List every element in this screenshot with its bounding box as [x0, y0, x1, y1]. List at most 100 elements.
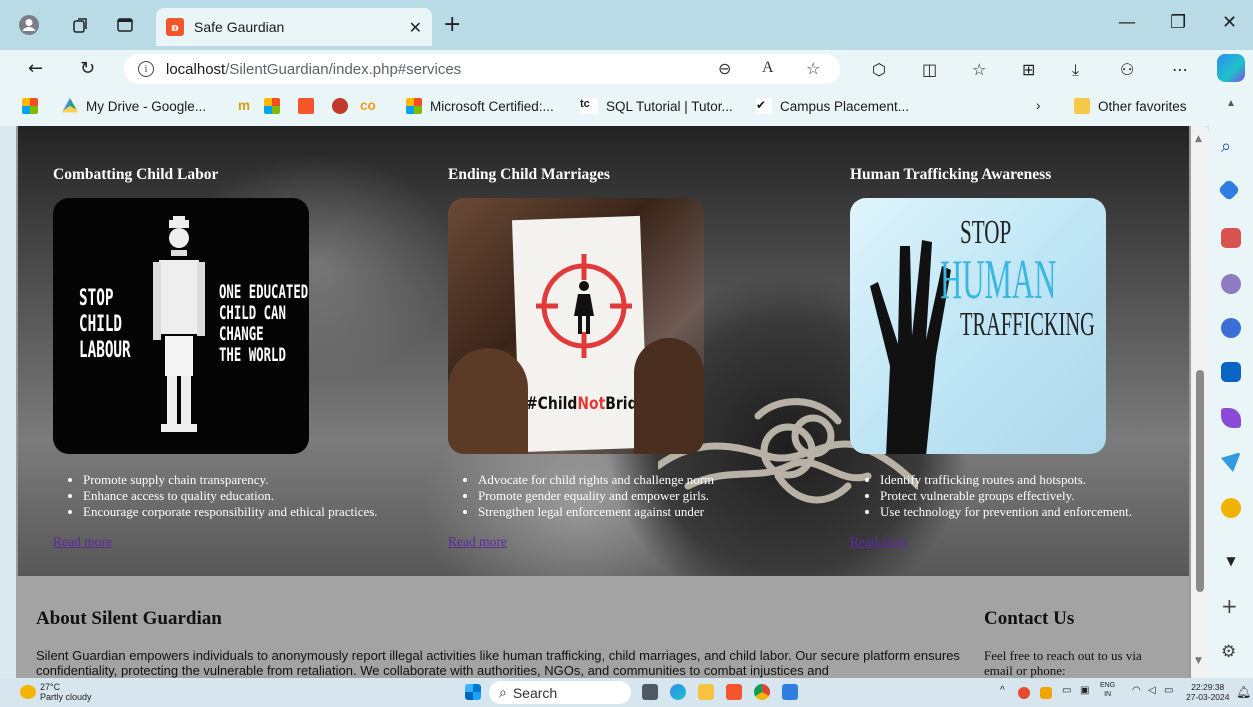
edge-icon[interactable]: [670, 684, 686, 700]
tab-actions-icon[interactable]: [114, 14, 136, 36]
notepad-icon[interactable]: [782, 684, 798, 700]
split-screen-icon[interactable]: ◫: [922, 60, 937, 79]
task-view-icon[interactable]: [642, 684, 658, 700]
more-menu-icon[interactable]: ⋯: [1172, 60, 1188, 79]
shopping-icon[interactable]: [1217, 178, 1241, 202]
outlook-icon[interactable]: [1221, 362, 1241, 382]
vertical-scrollbar[interactable]: ▲ ▼: [1191, 126, 1209, 678]
tray-app-icon-1[interactable]: [1018, 687, 1030, 699]
service-card-child-labor: Combatting Child Labor STOP CHILD LABOUR…: [53, 166, 378, 550]
fav-colab-icon[interactable]: co: [360, 98, 376, 113]
favorites-bar: My Drive - Google... m co Microsoft Cert…: [0, 88, 1253, 126]
favorite-star-icon[interactable]: ☆: [806, 59, 820, 78]
fav-site-icon-1[interactable]: m: [238, 98, 250, 113]
battery-icon[interactable]: ▭: [1164, 685, 1173, 696]
tools-icon[interactable]: [1221, 228, 1241, 248]
wifi-icon[interactable]: ◠: [1132, 685, 1141, 696]
read-more-link[interactable]: Read more: [850, 534, 909, 550]
about-heading: About Silent Guardian: [36, 608, 222, 629]
taskbar-search[interactable]: ⌕ Search: [489, 681, 631, 704]
refresh-icon[interactable]: ↻: [80, 58, 95, 79]
language-indicator[interactable]: ENG IN: [1100, 681, 1115, 699]
edge-sidebar: ⌕ ▼ + ⚙: [1209, 126, 1253, 678]
image-text-right: ONE EDUCATED CHILD CAN CHANGE THE WORLD: [219, 281, 309, 366]
service-point: Identify trafficking routes and hotspots…: [880, 472, 1132, 488]
address-bar[interactable]: i localhost/SilentGuardian/index.php#ser…: [124, 54, 840, 84]
clock-time: 22:29:38: [1191, 682, 1225, 692]
notifications-icon[interactable]: 🔔︎: [1236, 685, 1251, 699]
games-icon[interactable]: [1221, 274, 1241, 294]
tab-title: Safe Gaurdian: [194, 19, 285, 35]
service-point: Encourage corporate responsibility and e…: [83, 504, 378, 520]
fav-my-drive[interactable]: My Drive - Google...: [62, 98, 206, 114]
fav-label: Campus Placement...: [780, 98, 910, 114]
scroll-down-icon[interactable]: ▼: [1195, 656, 1202, 666]
drop-icon[interactable]: [1221, 498, 1241, 518]
read-more-link[interactable]: Read more: [448, 534, 507, 550]
tray-display-icon[interactable]: ▣: [1080, 685, 1089, 696]
office-icon[interactable]: [1221, 318, 1241, 338]
restore-icon[interactable]: ❐: [1170, 12, 1186, 33]
service-point: Use technology for prevention and enforc…: [880, 504, 1132, 520]
close-window-icon[interactable]: ✕: [1222, 12, 1237, 33]
volume-icon[interactable]: ◁: [1148, 685, 1156, 696]
tray-app-icon-2[interactable]: [1040, 687, 1052, 699]
copilot-icon[interactable]: [1217, 54, 1245, 82]
hashtag-part: #Child: [526, 394, 578, 414]
zoom-icon[interactable]: ⊖: [718, 59, 731, 78]
stop-child-labour-image: STOP CHILD LABOUR ONE EDUCATED CHILD CAN…: [53, 198, 309, 454]
service-point: Advocate for child rights and challenge …: [478, 472, 714, 488]
service-points: Promote supply chain transparency. Enhan…: [83, 472, 378, 520]
fav-site-icon-2[interactable]: [264, 98, 288, 114]
add-icon[interactable]: +: [1221, 594, 1241, 618]
fav-sql-tutorial[interactable]: tc SQL Tutorial | Tutor...: [580, 98, 733, 114]
tab-safe-gaurdian[interactable]: ʚ Safe Gaurdian ✕: [156, 8, 432, 46]
search-icon: ⌕: [499, 684, 507, 700]
weather-widget[interactable]: 27°C Partly cloudy: [20, 682, 92, 702]
share-icon[interactable]: ⚇: [1120, 60, 1134, 79]
tray-monitor-icon[interactable]: ▭: [1062, 685, 1071, 696]
read-more-link[interactable]: Read more: [53, 534, 112, 550]
site-info-icon[interactable]: i: [138, 61, 154, 77]
hand-right: [634, 338, 704, 454]
file-explorer-icon[interactable]: [698, 684, 714, 700]
fav-site-icon-3[interactable]: [332, 98, 356, 114]
scrollbar-thumb[interactable]: [1196, 370, 1204, 592]
chrome-icon[interactable]: [754, 684, 770, 700]
fav-microsoft-certified[interactable]: Microsoft Certified:...: [406, 98, 554, 114]
fav-xampp-icon[interactable]: [298, 98, 322, 114]
telegram-icon[interactable]: [1221, 452, 1241, 472]
xampp-taskbar-icon[interactable]: [726, 684, 742, 700]
start-icon[interactable]: [465, 684, 481, 700]
profile-icon[interactable]: [18, 14, 40, 36]
apps-icon[interactable]: [22, 98, 46, 114]
fav-campus-placement[interactable]: ✔ Campus Placement...: [756, 98, 909, 114]
search-icon[interactable]: ⌕: [1221, 136, 1241, 157]
back-icon[interactable]: ←: [28, 58, 43, 79]
minimize-icon[interactable]: —: [1118, 12, 1136, 33]
sidebar-collapse-icon[interactable]: ▲: [1226, 98, 1236, 109]
windows-taskbar: 27°C Partly cloudy ⌕ Search ^ ▭ ▣ ENG IN ◠…: [0, 678, 1253, 707]
service-points: Advocate for child rights and challenge …: [478, 472, 714, 520]
tray-chevron-icon[interactable]: ^: [1000, 685, 1005, 696]
favorites-icon[interactable]: ☆: [972, 60, 986, 79]
extensions-icon[interactable]: ⬡: [872, 60, 886, 79]
workspaces-icon[interactable]: [70, 14, 92, 36]
new-tab-icon[interactable]: +: [443, 12, 461, 37]
chevron-right-icon[interactable]: ›: [1036, 98, 1041, 113]
url-text: localhost/SilentGuardian/index.php#servi…: [166, 61, 461, 78]
close-tab-icon[interactable]: ✕: [409, 18, 422, 37]
downloads-icon[interactable]: ⤓: [1072, 60, 1079, 80]
designer-icon[interactable]: [1221, 408, 1241, 428]
read-aloud-icon[interactable]: A: [762, 59, 774, 77]
image-text-trafficking: TRAFFICKING: [960, 306, 1095, 343]
fav-other-favorites[interactable]: Other favorites: [1074, 98, 1187, 114]
service-point: Promote gender equality and empower girl…: [478, 488, 714, 504]
about-text: Silent Guardian empowers individuals to …: [36, 648, 960, 678]
service-card-child-marriage: Ending Child Marriages #ChildNotBride • …: [448, 166, 714, 550]
collections-icon[interactable]: ⊞: [1022, 60, 1035, 79]
sidebar-more-icon[interactable]: ▼: [1221, 554, 1241, 574]
settings-gear-icon[interactable]: ⚙: [1221, 642, 1241, 662]
system-clock[interactable]: 22:29:38 27-03-2024: [1186, 682, 1229, 702]
scroll-up-icon[interactable]: ▲: [1195, 134, 1202, 144]
